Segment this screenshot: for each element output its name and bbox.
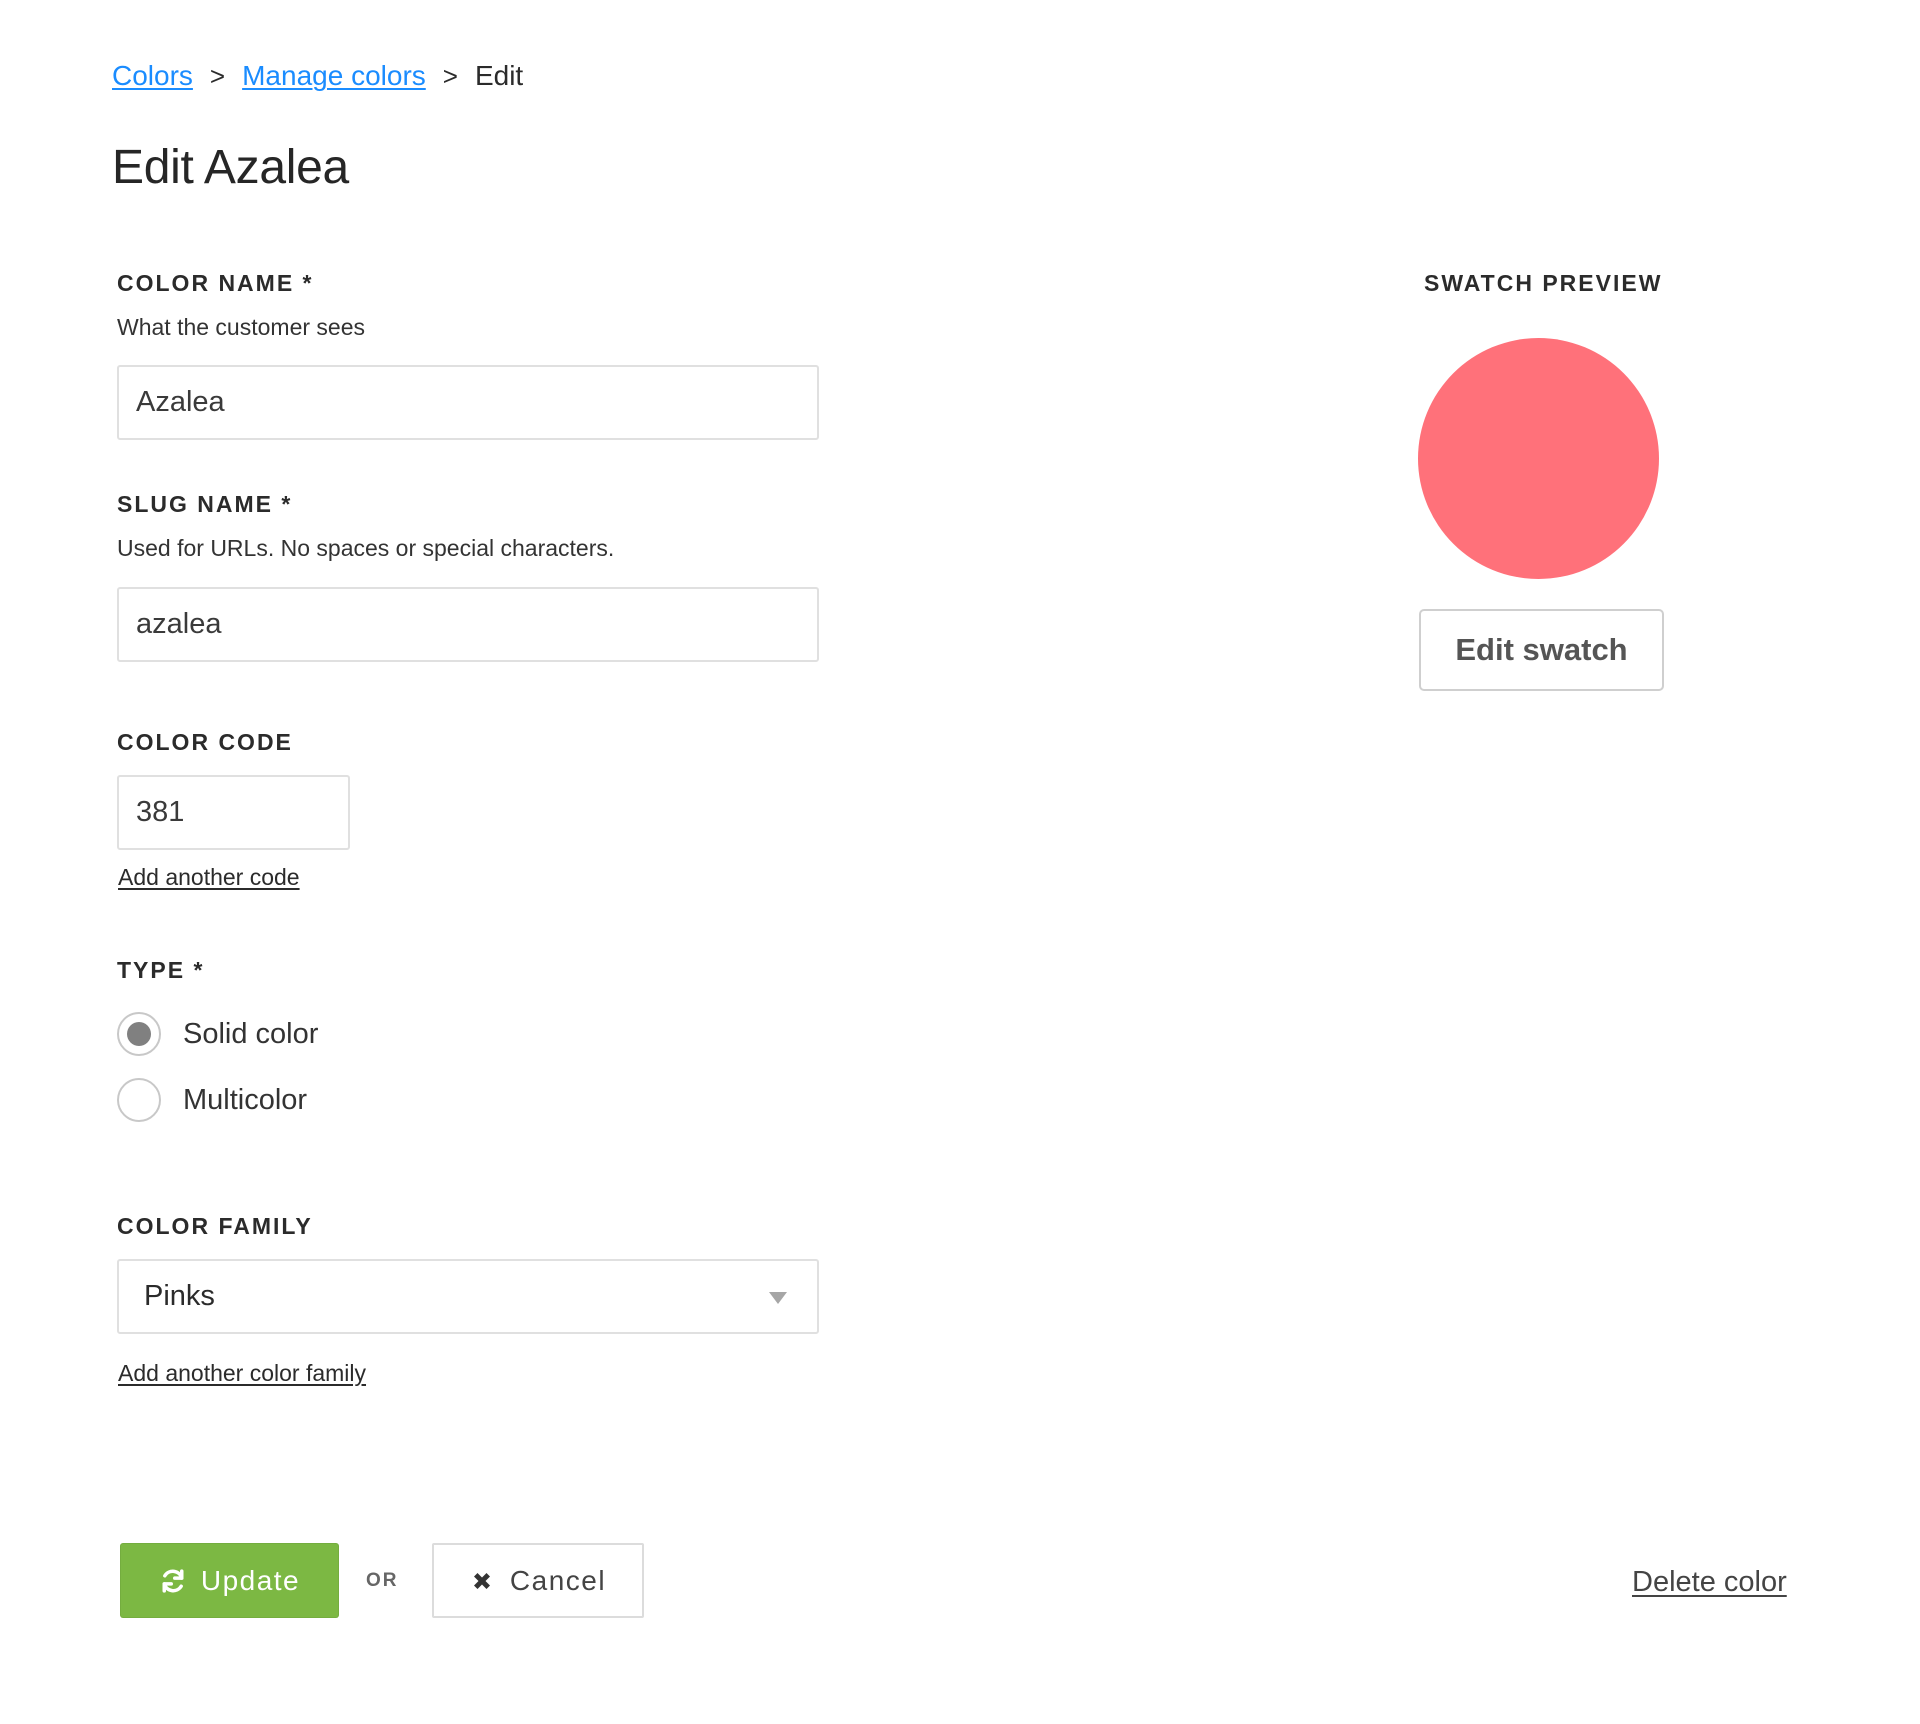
add-another-code-link[interactable]: Add another code: [118, 864, 300, 891]
color-name-input[interactable]: [117, 365, 819, 440]
color-family-selected-value: Pinks: [144, 1280, 215, 1312]
breadcrumb-manage-colors-link[interactable]: Manage colors: [242, 60, 426, 92]
breadcrumb-separator: >: [442, 61, 458, 91]
update-button-label: Update: [200, 1564, 301, 1596]
breadcrumb: Colors > Manage colors > Edit: [112, 60, 523, 96]
color-code-input[interactable]: [117, 775, 350, 850]
radio-button[interactable]: [117, 1078, 161, 1122]
breadcrumb-colors-link[interactable]: Colors: [112, 60, 193, 92]
color-code-label: COLOR CODE: [117, 729, 293, 755]
slug-name-input[interactable]: [117, 587, 819, 662]
swatch-preview-label: SWATCH PREVIEW: [1424, 270, 1663, 296]
cancel-button-label: Cancel: [509, 1564, 607, 1596]
radio-button-checked[interactable]: [117, 1012, 161, 1056]
color-family-label: COLOR FAMILY: [117, 1213, 313, 1239]
slug-name-helper: Used for URLs. No spaces or special char…: [117, 535, 615, 561]
radio-solid-color[interactable]: Solid color: [117, 1012, 318, 1056]
delete-color-link[interactable]: Delete color: [1632, 1566, 1787, 1599]
page-title: Edit Azalea: [112, 141, 349, 194]
update-button[interactable]: Update: [120, 1543, 339, 1618]
add-another-color-family-link[interactable]: Add another color family: [118, 1360, 366, 1387]
radio-multicolor[interactable]: Multicolor: [117, 1078, 307, 1122]
color-name-label: COLOR NAME *: [117, 270, 314, 296]
breadcrumb-separator: >: [209, 61, 226, 91]
edit-swatch-button[interactable]: Edit swatch: [1419, 609, 1664, 691]
close-icon: [473, 1572, 490, 1589]
slug-name-label: SLUG NAME *: [117, 491, 293, 517]
color-name-helper: What the customer sees: [117, 314, 365, 340]
cancel-button[interactable]: Cancel: [432, 1543, 644, 1618]
breadcrumb-current: Edit: [474, 60, 524, 91]
radio-label: Solid color: [183, 1017, 319, 1050]
radio-label: Multicolor: [183, 1083, 308, 1116]
radio-dot: [127, 1022, 151, 1046]
or-separator: OR: [366, 1570, 399, 1591]
color-family-select[interactable]: Pinks: [117, 1259, 819, 1334]
swatch-preview-circle: [1418, 338, 1659, 579]
chevron-down-icon: [769, 1292, 787, 1304]
type-label: TYPE *: [117, 957, 205, 983]
refresh-icon: [162, 1568, 184, 1593]
